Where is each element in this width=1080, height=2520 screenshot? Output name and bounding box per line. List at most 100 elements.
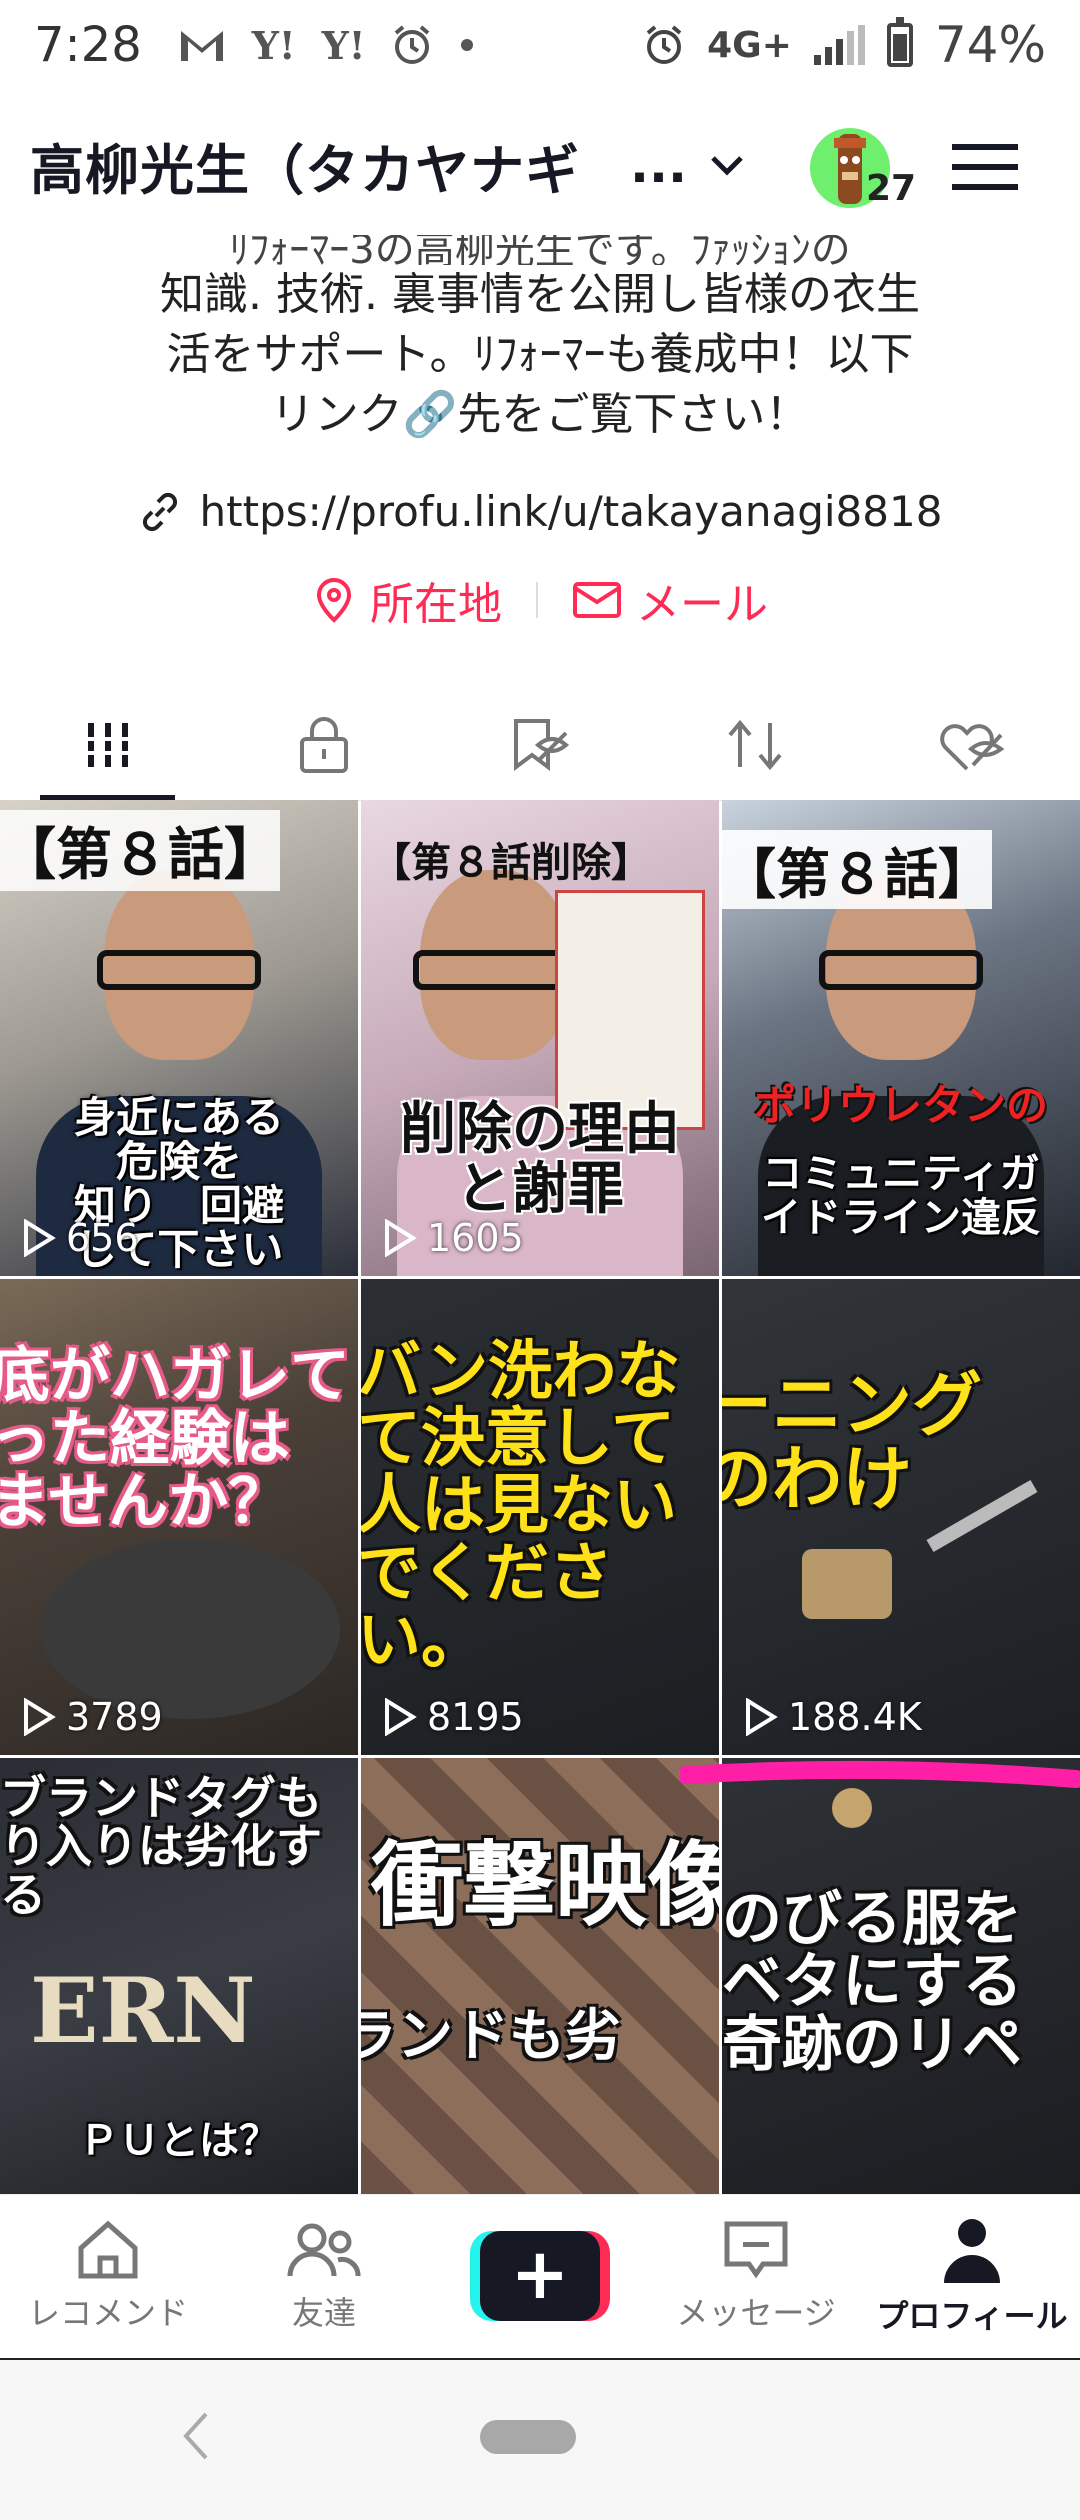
bio-cut-line: ﾘﾌｫｰﾏｰ3の高柳光生です。ﾌｧｯｼｮﾝの <box>229 235 851 265</box>
thumbnail-poster <box>555 890 705 1130</box>
contact-row: 所在地 メール <box>0 568 1080 632</box>
create-button[interactable]: + <box>470 2230 610 2321</box>
video-caption-bottom: ランドも劣 <box>361 2004 621 2069</box>
notification-count: 27 <box>866 168 917 209</box>
bottom-nav: レコメンド 友達 + メッセージ プロフィール <box>0 2194 1080 2356</box>
video-thumbnail[interactable]: 【第８話削除】 削除の理由 と謝罪 1605 <box>361 800 719 1276</box>
video-caption: 衝撃映像 <box>371 1832 719 1939</box>
play-count-value: 656 <box>66 1216 139 1260</box>
video-caption: ブランドタグも り入りは劣化する <box>0 1771 322 1922</box>
video-grid: 【第８話】 身近にある 危険を 知り 回避 して下さい 656 【第８話削除】 … <box>0 800 1080 2194</box>
video-thumbnail[interactable]: バン洗わな て決意して 人は見ない でください。 8195 <box>361 1279 719 1755</box>
alarm-icon <box>395 25 430 64</box>
video-thumbnail[interactable]: 【第８話】 身近にある 危険を 知り 回避 して下さい 656 <box>0 800 358 1276</box>
status-time: 7:28 <box>34 17 142 73</box>
tab-liked[interactable] <box>864 690 1080 800</box>
thumbnail-glasses <box>819 950 983 990</box>
email-label: メール <box>636 579 768 630</box>
home-icon <box>78 2220 138 2278</box>
play-count: 1605 <box>383 1216 524 1260</box>
video-caption: のびる服を ベタにする 奇跡のリペ <box>722 1884 1023 2080</box>
video-thumbnail[interactable]: 底がハガレて った経験は ませんか？ 3789 <box>0 1279 358 1755</box>
lock-icon <box>300 717 348 773</box>
nav-friends[interactable]: 友達 <box>216 2195 432 2356</box>
video-thumbnail[interactable]: のびる服を ベタにする 奇跡のリペ <box>722 1758 1080 2194</box>
profile-bio: ﾘﾌｫｰﾏｰ3の高柳光生です。ﾌｧｯｼｮﾝの 知識. 技術. 裏事情を公開し皆様… <box>0 235 1080 445</box>
heart-hidden-icon <box>940 724 1005 771</box>
video-caption: 削除の理由 と謝罪 <box>400 1097 680 1222</box>
system-icons: 4G+ 74% <box>643 16 1046 74</box>
link-icon <box>142 492 177 531</box>
thumbnail-glasses <box>413 950 577 990</box>
mail-icon <box>573 582 621 618</box>
account-name[interactable]: 高柳光生（タカヤナギ <box>30 126 580 205</box>
nav-inbox-label: メッセージ <box>676 2293 836 2332</box>
dot-icon <box>461 39 474 51</box>
profile-header: 高柳光生（タカヤナギ ... 27 <box>0 100 1080 230</box>
thumbnail-glasses <box>97 950 261 990</box>
thumbnail-toggle <box>802 1549 892 1619</box>
gmail-icon <box>180 31 223 61</box>
bio-line: リンク🔗先をご覧下さい！ <box>270 389 810 440</box>
plus-icon: + <box>480 2230 600 2321</box>
thumbnail-logo-text: ERN <box>30 1958 256 2064</box>
message-icon <box>724 2221 788 2278</box>
video-thumbnail[interactable]: 衝撃映像 ランドも劣 <box>361 1758 719 2194</box>
play-count: 188.4K <box>744 1695 922 1739</box>
chevron-down-icon[interactable] <box>707 145 747 185</box>
video-tag: 【第８話】 <box>0 810 280 891</box>
nav-home[interactable]: レコメンド <box>0 2195 216 2356</box>
yahoo-icon: Y! <box>251 22 296 68</box>
network-type: 4G+ <box>707 24 792 66</box>
profile-tabs <box>0 690 1080 800</box>
notification-icons: Y! Y! <box>178 23 476 68</box>
video-thumbnail[interactable]: 【第８話】 ポリウレタンの コミュニティガ イドライン違反 <box>722 800 1080 1276</box>
video-caption: ーニング のわけ <box>722 1364 982 1520</box>
play-count-value: 8195 <box>427 1695 524 1739</box>
play-count-value: 188.4K <box>788 1695 922 1739</box>
tab-private[interactable] <box>216 690 432 800</box>
nav-home-label: レコメンド <box>27 2293 188 2332</box>
alarm-icon <box>646 25 682 64</box>
grid-bars-icon <box>88 723 128 767</box>
status-bar: 7:28 Y! Y! 4G+ 74% <box>0 0 1080 90</box>
play-icon <box>24 1219 56 1257</box>
system-navigation-bar <box>0 2358 1080 2520</box>
friends-icon <box>287 2223 361 2276</box>
tab-reposts[interactable] <box>648 690 864 800</box>
nav-inbox[interactable]: メッセージ <box>648 2195 864 2356</box>
nav-create[interactable]: + <box>432 2195 648 2356</box>
tab-favorites[interactable] <box>432 690 648 800</box>
yahoo-icon: Y! <box>321 22 366 68</box>
video-caption: コミュニティガ イドライン違反 <box>761 1151 1041 1241</box>
video-caption-top: ポリウレタンの <box>753 1081 1048 1130</box>
nav-profile[interactable]: プロフィール <box>864 2195 1080 2356</box>
video-thumbnail[interactable]: ーニング のわけ 188.4K <box>722 1279 1080 1755</box>
play-count-value: 1605 <box>427 1216 524 1260</box>
back-icon[interactable] <box>180 2410 210 2462</box>
thumbnail-shoe-sole <box>40 1539 340 1719</box>
battery-percent: 74% <box>934 16 1046 74</box>
play-count: 8195 <box>383 1695 524 1739</box>
location-label: 所在地 <box>370 579 502 630</box>
location-pin-icon <box>316 577 352 623</box>
profile-icon <box>944 2218 1000 2283</box>
email-button[interactable]: メール <box>572 568 768 632</box>
battery-icon <box>886 17 913 67</box>
video-tag: 【第８話削除】 <box>371 840 651 886</box>
location-button[interactable]: 所在地 <box>312 568 502 632</box>
play-icon <box>385 1698 417 1736</box>
video-thumbnail[interactable]: ブランドタグも り入りは劣化する ERN ＰＵとは？ <box>0 1758 358 2194</box>
home-pill[interactable] <box>480 2420 576 2454</box>
bio-line: 知識. 技術. 裏事情を公開し皆様の衣生 <box>160 269 920 320</box>
link-url[interactable]: https://profu.link/u/takayanagi8818 <box>200 487 943 536</box>
tab-videos[interactable] <box>0 690 216 800</box>
highlight-stroke <box>680 1760 1080 1788</box>
account-switcher[interactable]: 27 <box>810 128 916 209</box>
play-count: 3789 <box>22 1695 163 1739</box>
nav-friends-label: 友達 <box>291 2293 356 2332</box>
profile-link[interactable]: https://profu.link/u/takayanagi8818 <box>0 487 1080 536</box>
hamburger-menu-icon[interactable] <box>952 142 1018 192</box>
play-icon <box>385 1219 417 1257</box>
repost-icon <box>728 719 782 771</box>
